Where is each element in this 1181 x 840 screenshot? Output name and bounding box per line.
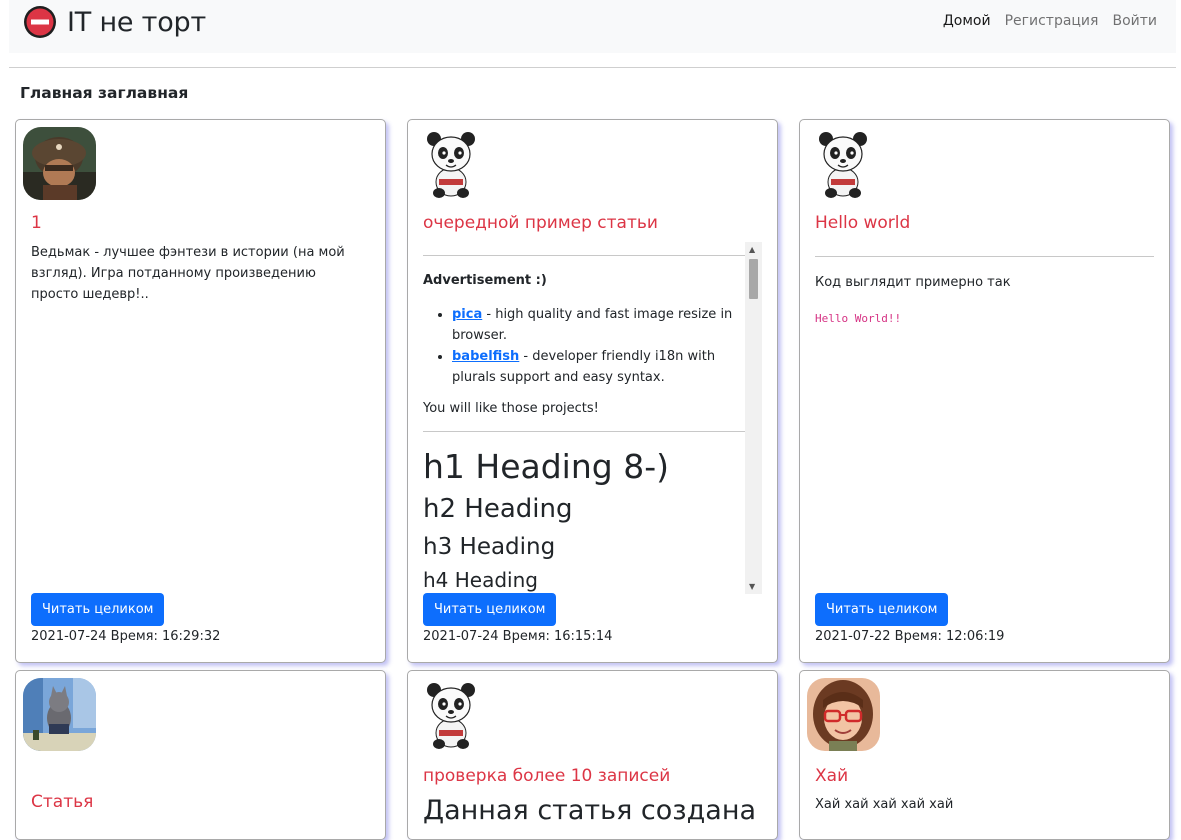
read-more-button[interactable]: Читать целиком <box>31 593 165 626</box>
code-snippet: Hello World!! <box>815 312 902 325</box>
article-scroll-area[interactable]: Advertisement :) pica - high quality and… <box>423 242 762 594</box>
content-divider <box>423 431 745 432</box>
header-divider <box>9 67 1176 68</box>
content-divider <box>423 255 745 256</box>
card-title[interactable]: Hello world <box>815 213 910 233</box>
panda-avatar <box>415 127 488 200</box>
article-content: Advertisement :) pica - high quality and… <box>423 242 745 594</box>
nav-login[interactable]: Войти <box>1112 13 1157 29</box>
like-text: You will like those projects! <box>423 401 599 416</box>
card-title[interactable]: Статья <box>31 792 93 812</box>
card-title[interactable]: проверка более 10 записей <box>423 766 670 786</box>
project-list: pica - high quality and fast image resiz… <box>423 304 745 388</box>
card-title[interactable]: Хай <box>815 766 848 786</box>
page-title: Главная заглавная <box>20 84 189 102</box>
scrollbar[interactable]: ▲ ▼ <box>745 242 762 594</box>
read-more-button[interactable]: Читать целиком <box>815 593 949 626</box>
no-entry-icon <box>24 6 56 38</box>
panda-avatar <box>415 678 488 751</box>
nav-links: Домой Регистрация Войти <box>943 13 1157 29</box>
card-date: 2021-07-24 Время: 16:15:14 <box>423 629 613 644</box>
article-heading: Данная статья создана <box>423 795 757 826</box>
nav-register[interactable]: Регистрация <box>1005 13 1099 29</box>
h3-heading: h3 Heading <box>423 534 556 560</box>
article-card-5: проверка более 10 записей Данная статья … <box>407 670 778 840</box>
card-text: Хай хай хай хай хай <box>815 797 954 812</box>
scrollbar-thumb[interactable] <box>749 259 758 299</box>
babelfish-link[interactable]: babelfish <box>452 349 519 364</box>
list-item-text: - high quality and fast image resize in … <box>452 307 733 343</box>
cat-avatar <box>23 678 96 751</box>
content-divider <box>815 256 1154 257</box>
h2-heading: h2 Heading <box>423 494 573 524</box>
article-card-6: Хай Хай хай хай хай хай <box>799 670 1170 840</box>
article-card-3: Hello world Код выглядит примерно так He… <box>799 119 1170 663</box>
list-item: pica - high quality and fast image resiz… <box>452 304 745 346</box>
nav-home[interactable]: Домой <box>943 13 991 29</box>
girl-avatar <box>807 678 880 751</box>
read-more-button[interactable]: Читать целиком <box>423 593 557 626</box>
article-card-1: 1 Ведьмак - лучшее фэнтези в истории (на… <box>15 119 386 663</box>
card-title[interactable]: 1 <box>31 213 42 233</box>
card-date: 2021-07-24 Время: 16:29:32 <box>31 629 221 644</box>
list-item: babelfish - developer friendly i18n with… <box>452 346 745 388</box>
panda-avatar <box>807 127 880 200</box>
h4-heading: h4 Heading <box>423 568 538 592</box>
article-card-2: очередной пример статьи Advertisement :)… <box>407 119 778 663</box>
navbar: IT не торт Домой Регистрация Войти <box>9 0 1176 53</box>
card-text: Код выглядит примерно так <box>815 275 1011 290</box>
card-date: 2021-07-22 Время: 12:06:19 <box>815 629 1005 644</box>
article-card-4: Статья <box>15 670 386 840</box>
brand-title: IT не торт <box>67 6 206 38</box>
scroll-up-icon[interactable]: ▲ <box>749 245 755 254</box>
advertisement-heading: Advertisement :) <box>423 273 547 288</box>
h1-heading: h1 Heading 8-) <box>423 447 669 486</box>
brand-link[interactable]: IT не торт <box>23 5 206 39</box>
card-text: Ведьмак - лучшее фэнтези в истории (на м… <box>31 245 345 302</box>
pica-link[interactable]: pica <box>452 307 482 322</box>
helmet-man-avatar <box>23 127 96 200</box>
card-title[interactable]: очередной пример статьи <box>423 213 658 233</box>
scroll-down-icon[interactable]: ▼ <box>749 582 755 591</box>
